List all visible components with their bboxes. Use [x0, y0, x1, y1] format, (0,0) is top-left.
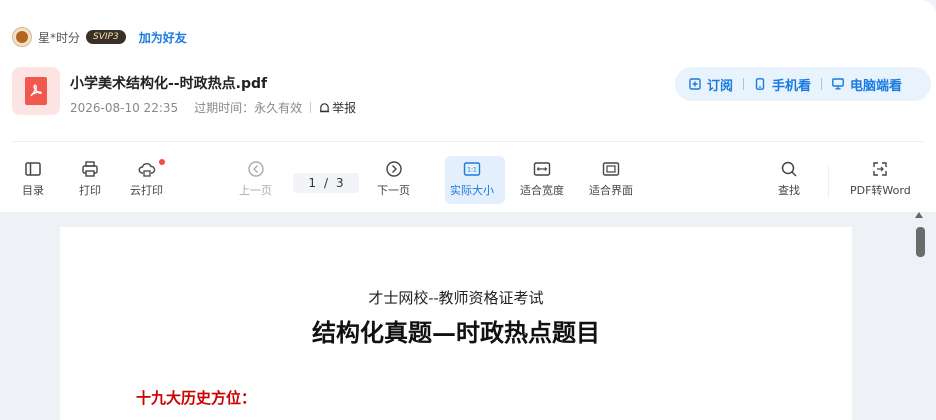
- actual-size-button[interactable]: 1:1 实际大小: [450, 160, 494, 198]
- fit-width-label: 适合宽度: [520, 184, 564, 197]
- actual-size-icon: 1:1: [463, 162, 481, 176]
- actual-size-label: 实际大小: [450, 184, 494, 197]
- toolbar-divider: [828, 166, 829, 198]
- pdf-to-word-label: PDF转Word: [850, 184, 911, 197]
- report-label: 举报: [332, 101, 357, 115]
- avatar[interactable]: [12, 27, 32, 47]
- fit-width-icon: [533, 162, 551, 176]
- print-button[interactable]: 打印: [79, 160, 101, 198]
- bookmark-icon: [689, 78, 701, 90]
- page-separator: /: [323, 176, 329, 190]
- file-header-panel: 星*时分 SVIP3 加为好友 小学美术结构化--时政热点.pdf 2026-0…: [0, 0, 936, 212]
- sidebar-icon: [25, 162, 41, 176]
- find-button[interactable]: 查找: [778, 160, 800, 198]
- subscribe-button[interactable]: 订阅: [689, 75, 733, 94]
- action-divider: [743, 78, 745, 90]
- cloud-print-label: 云打印: [130, 184, 163, 197]
- notification-dot: [159, 159, 165, 165]
- upload-date: 2026-08-10 22:35: [70, 100, 179, 115]
- desktop-view-label: 电脑端看: [850, 78, 903, 94]
- total-pages: 3: [336, 176, 344, 190]
- document-title: 结构化真题—时政热点题目: [312, 318, 600, 347]
- mobile-view-button[interactable]: 手机看: [754, 75, 811, 94]
- current-page: 1: [308, 176, 316, 190]
- action-divider: [821, 78, 823, 90]
- next-page-label: 下一页: [377, 184, 410, 197]
- cloud-print-icon: [138, 163, 155, 177]
- subscribe-label: 订阅: [707, 78, 734, 94]
- document-school-line: 才士网校--教师资格证考试: [368, 289, 544, 307]
- fit-width-button[interactable]: 适合宽度: [520, 160, 564, 198]
- prev-page-button[interactable]: 上一页: [239, 160, 272, 198]
- find-label: 查找: [778, 184, 800, 197]
- alarm-icon: [320, 103, 330, 113]
- pdf-file-icon: [12, 67, 60, 115]
- uploader-name[interactable]: 星*时分: [38, 29, 80, 46]
- report-button[interactable]: 举报: [319, 99, 356, 116]
- fit-page-icon: [602, 162, 620, 176]
- convert-icon: [873, 162, 888, 176]
- file-title: 小学美术结构化--时政热点.pdf: [70, 76, 268, 92]
- fit-page-label: 适合界面: [589, 184, 633, 197]
- cloud-print-button[interactable]: 云打印: [130, 159, 165, 198]
- catalog-label: 目录: [22, 184, 44, 197]
- header-divider: [12, 141, 924, 142]
- pdf-to-word-button[interactable]: PDF转Word: [850, 160, 911, 198]
- print-label: 打印: [79, 184, 101, 197]
- page-number-input[interactable]: 1 / 3: [293, 173, 359, 193]
- vip-badge: SVIP3: [86, 30, 126, 44]
- add-friend-link[interactable]: 加为好友: [139, 29, 187, 46]
- next-page-button[interactable]: 下一页: [377, 160, 410, 198]
- chevron-right-icon: [385, 161, 402, 177]
- scroll-up-arrow[interactable]: [915, 212, 923, 218]
- document-section-heading: 十九大历史方位：: [136, 389, 257, 407]
- uploader-row: 星*时分 SVIP3 加为好友: [12, 27, 187, 47]
- monitor-icon: [832, 78, 844, 90]
- chevron-left-icon: [247, 161, 264, 177]
- prev-page-label: 上一页: [239, 184, 272, 197]
- phone-icon: [755, 78, 765, 90]
- view-actions: 订阅 手机看 电脑端看: [675, 67, 931, 101]
- catalog-button[interactable]: 目录: [22, 160, 44, 198]
- expiry-text: 过期时间：永久有效: [194, 101, 303, 115]
- scrollbar-thumb[interactable]: [916, 227, 925, 257]
- desktop-view-button[interactable]: 电脑端看: [832, 75, 902, 94]
- mobile-view-label: 手机看: [772, 78, 812, 94]
- search-icon: [781, 161, 797, 177]
- fit-page-button[interactable]: 适合界面: [589, 160, 633, 198]
- svg-text:1:1: 1:1: [467, 167, 477, 174]
- file-meta: 2026-08-10 22:35 过期时间：永久有效 举报: [70, 99, 356, 116]
- meta-divider: [310, 102, 312, 113]
- printer-icon: [82, 161, 98, 177]
- document-page: 才士网校--教师资格证考试 结构化真题—时政热点题目 十九大历史方位：: [60, 227, 852, 420]
